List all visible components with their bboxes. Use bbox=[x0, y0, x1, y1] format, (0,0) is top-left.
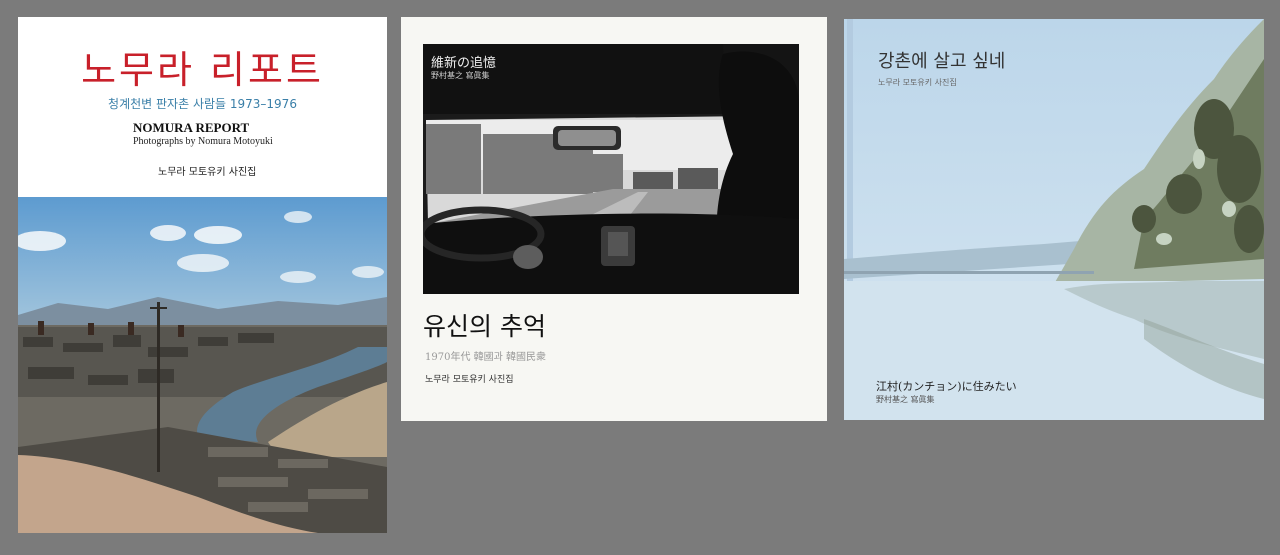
photobook-label: 노무라 모토유키 사진집 bbox=[425, 375, 514, 385]
photo-title-japanese: 維新の追憶 bbox=[431, 56, 497, 71]
photobook-label: 노무라 모토유키 사진집 bbox=[158, 167, 257, 178]
book-title-english: NOMURA REPORT bbox=[133, 120, 250, 135]
slum-river-photo bbox=[18, 197, 387, 533]
photobook-label: 노무라 모토유키 사진집 bbox=[878, 78, 957, 87]
book-subtitle: 1970年代 韓國과 韓國民衆 bbox=[425, 352, 547, 363]
book-title: 유신의 추억 bbox=[423, 312, 546, 341]
photo-credit-japanese: 野村基之 寫眞集 bbox=[431, 71, 490, 80]
photographer-credit: Photographs by Nomura Motoyuki bbox=[133, 136, 273, 147]
book-cover-nomura-report[interactable]: 노무라 리포트 청계천변 판자촌 사람들 1973–1976 NOMURA RE… bbox=[18, 17, 387, 533]
book-cover-yushin-memories[interactable]: 維新の追憶 野村基之 寫眞集 유신의 추억 1970年代 韓國과 韓國民衆 노무… bbox=[401, 17, 827, 421]
photo-credit-japanese: 野村基之 寫眞集 bbox=[876, 395, 935, 404]
book-title: 노무라 리포트 bbox=[81, 48, 324, 92]
book-title-japanese: 江村(カンチョン)に住みたい bbox=[876, 380, 1017, 393]
book-cover-gangchon[interactable]: 강촌에 살고 싶네 노무라 모토유키 사진집 江村(カンチョン)に住みたい 野村… bbox=[844, 19, 1264, 420]
cover-title-panel: 노무라 리포트 청계천변 판자촌 사람들 1973–1976 NOMURA RE… bbox=[18, 17, 387, 197]
car-dashboard-photo bbox=[423, 44, 799, 294]
book-subtitle: 청계천변 판자촌 사람들 1973–1976 bbox=[108, 97, 297, 111]
book-title: 강촌에 살고 싶네 bbox=[878, 51, 1006, 72]
